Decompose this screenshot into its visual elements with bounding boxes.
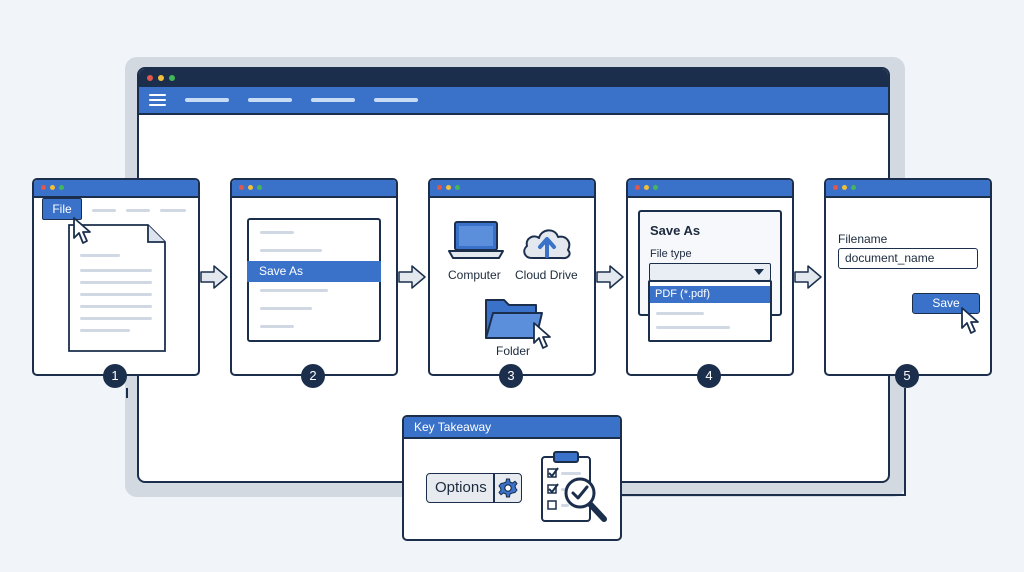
arrow-right-icon xyxy=(596,265,624,289)
connector-line xyxy=(904,388,906,495)
maximize-dot-icon xyxy=(257,185,262,190)
filename-label: Filename xyxy=(838,232,888,246)
close-dot-icon xyxy=(833,185,838,190)
step-number-badge: 3 xyxy=(499,364,523,388)
step-titlebar xyxy=(232,180,396,198)
step-1-window: File xyxy=(32,178,200,376)
dialog-title: Save As xyxy=(650,223,701,238)
step-number-badge: 2 xyxy=(301,364,325,388)
arrow-right-icon xyxy=(200,265,228,289)
step-5-window: Filename document_name Save xyxy=(824,178,992,376)
menu-bar-placeholder xyxy=(126,209,150,212)
minimize-dot-icon xyxy=(50,185,55,190)
minimize-dot-icon xyxy=(644,185,649,190)
menu-item-placeholder[interactable] xyxy=(260,307,312,310)
step-titlebar xyxy=(628,180,792,198)
close-dot-icon xyxy=(41,185,46,190)
arrow-right-icon xyxy=(398,265,426,289)
step-number-badge: 1 xyxy=(103,364,127,388)
menu-item-placeholder[interactable] xyxy=(260,231,294,234)
save-as-menu-item[interactable]: Save As xyxy=(247,261,381,282)
nav-item-placeholder[interactable] xyxy=(185,98,229,102)
button-divider xyxy=(493,474,495,502)
close-dot-icon[interactable] xyxy=(147,75,153,81)
arrow-right-icon xyxy=(794,265,822,289)
maximize-dot-icon xyxy=(59,185,64,190)
file-dropdown-menu: Save As xyxy=(247,218,381,342)
step-number-badge: 4 xyxy=(697,364,721,388)
filename-input[interactable]: document_name xyxy=(838,248,978,269)
maximize-dot-icon xyxy=(851,185,856,190)
dropdown-option-placeholder[interactable] xyxy=(656,312,704,315)
cursor-icon xyxy=(961,307,979,334)
maximize-dot-icon[interactable] xyxy=(169,75,175,81)
menu-bar-placeholder xyxy=(92,209,116,212)
dropdown-option-placeholder[interactable] xyxy=(656,326,730,329)
connector-line xyxy=(622,494,906,496)
options-button-label: Options xyxy=(435,479,487,496)
menu-item-placeholder[interactable] xyxy=(260,325,294,328)
step-2-window: Save As xyxy=(230,178,398,376)
menu-item-placeholder[interactable] xyxy=(260,289,328,292)
menu-bar-placeholder xyxy=(160,209,186,212)
maximize-dot-icon xyxy=(455,185,460,190)
maximize-dot-icon xyxy=(653,185,658,190)
step-titlebar xyxy=(430,180,594,198)
step-titlebar xyxy=(826,180,990,198)
file-type-dropdown-list: PDF (*.pdf) xyxy=(648,280,772,342)
nav-item-placeholder[interactable] xyxy=(374,98,418,102)
cloud-drive-location-label[interactable]: Cloud Drive xyxy=(515,268,578,282)
connector-line xyxy=(126,388,128,398)
step-titlebar xyxy=(34,180,198,198)
close-dot-icon xyxy=(635,185,640,190)
file-type-select[interactable] xyxy=(649,263,771,281)
step-3-window: Computer Cloud Drive Folder xyxy=(428,178,596,376)
options-button[interactable]: Options xyxy=(426,473,522,503)
key-takeaway-header: Key Takeaway xyxy=(404,417,620,439)
window-titlebar xyxy=(139,69,888,87)
key-takeaway-panel: Key Takeaway Options xyxy=(402,415,622,541)
app-navbar xyxy=(139,87,888,115)
minimize-dot-icon xyxy=(248,185,253,190)
computer-location-label[interactable]: Computer xyxy=(448,268,501,282)
close-dot-icon xyxy=(239,185,244,190)
gear-icon[interactable] xyxy=(498,478,518,498)
minimize-dot-icon[interactable] xyxy=(158,75,164,81)
step-4-window: Save As File type PDF (*.pdf) xyxy=(626,178,794,376)
checklist-clipboard-icon xyxy=(541,451,607,522)
menu-item-placeholder[interactable] xyxy=(260,249,322,252)
hamburger-icon[interactable] xyxy=(149,94,166,106)
cursor-icon xyxy=(533,322,551,349)
nav-item-placeholder[interactable] xyxy=(311,98,355,102)
laptop-icon[interactable] xyxy=(448,220,504,260)
cloud-upload-icon[interactable] xyxy=(520,224,574,262)
cursor-icon xyxy=(73,217,91,244)
nav-item-placeholder[interactable] xyxy=(248,98,292,102)
pdf-option[interactable]: PDF (*.pdf) xyxy=(650,286,770,303)
file-type-label: File type xyxy=(650,248,692,260)
step-number-badge: 5 xyxy=(895,364,919,388)
minimize-dot-icon xyxy=(446,185,451,190)
minimize-dot-icon xyxy=(842,185,847,190)
close-dot-icon xyxy=(437,185,442,190)
dropdown-caret-icon[interactable] xyxy=(754,269,764,275)
folder-location-label[interactable]: Folder xyxy=(496,344,530,358)
